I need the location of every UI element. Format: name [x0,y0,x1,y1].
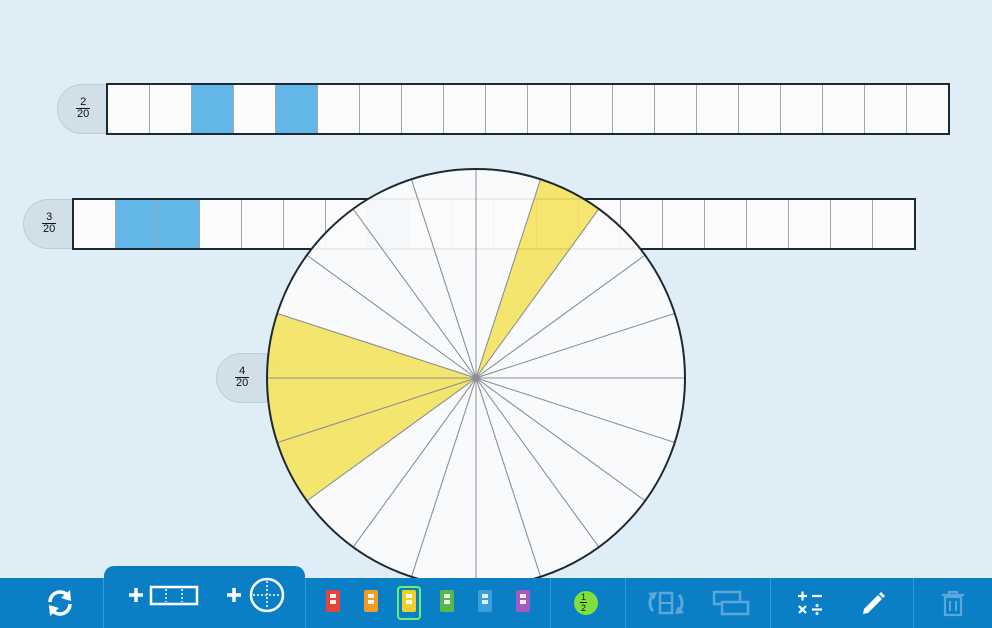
bar-2-cell[interactable] [115,200,158,248]
add-circle-icon [227,577,285,613]
bar-1-cell[interactable] [401,85,443,133]
bar-1-fraction: 2 20 [76,96,91,120]
bar-1-cell[interactable] [905,85,948,133]
add-bar-button[interactable] [124,579,200,611]
badge-fraction: 1 2 [580,592,588,613]
bar-1-cell[interactable] [233,85,275,133]
color-swatch-icon [402,590,416,612]
bar-1-cell[interactable] [653,85,696,133]
swatch-mark [330,594,336,598]
fraction-bar-1[interactable] [106,83,950,135]
circle-fraction: 4 20 [235,365,250,389]
bar-1-cell[interactable] [485,85,527,133]
bar-1-cell[interactable] [317,85,359,133]
badge-denominator: 2 [580,602,588,613]
bar-1-cell[interactable] [779,85,822,133]
fraction-badge: 1 2 [574,591,598,615]
circle-denominator: 20 [235,377,250,389]
swatch-mark [406,594,412,598]
color-swatch-icon [364,590,378,612]
bar-1-denominator: 20 [76,108,91,120]
compare-icon [712,590,750,616]
swatch-mark [482,594,488,598]
circle-numerator: 4 [239,365,246,377]
bar-2-numerator: 3 [46,211,53,223]
swatch-mark [406,600,412,604]
flip-icon [648,591,684,615]
bar-2-cell[interactable] [199,200,241,248]
bar-2-cell[interactable] [829,200,872,248]
bar-1-cell[interactable] [191,85,234,133]
color-swatch-icon [440,590,454,612]
bar-2-denominator: 20 [42,223,57,235]
bar-1-cell[interactable] [275,85,318,133]
flip-button[interactable] [645,589,687,617]
show-fraction-button[interactable]: 1 2 [574,591,598,615]
operations-button[interactable] [795,588,825,618]
bar-2-cell[interactable] [74,200,115,248]
bar-1-cell[interactable] [611,85,654,133]
bar-1-cell[interactable] [569,85,612,133]
bar-1-cell[interactable] [737,85,780,133]
color-yellow-button[interactable] [402,590,416,612]
bar-2-cell[interactable] [703,200,746,248]
reset-button[interactable] [44,587,76,619]
separator [770,578,771,628]
bar-1-numerator: 2 [80,96,87,108]
bar-1-cell[interactable] [108,85,149,133]
pencil-icon [863,592,885,614]
fraction-circle[interactable] [264,166,688,590]
swatch-mark [368,600,374,604]
swatch-mark [444,600,450,604]
bar-1-cell[interactable] [149,85,191,133]
color-swatch-icon [478,590,492,612]
refresh-icon [48,590,72,616]
swatch-mark [482,600,488,604]
trash-button[interactable] [940,589,966,617]
bar-2-cell[interactable] [157,200,200,248]
bar-1-cell[interactable] [443,85,485,133]
badge-numerator: 1 [581,592,587,602]
bar-2-cell[interactable] [745,200,788,248]
separator [625,578,626,628]
color-green-button[interactable] [440,590,454,612]
bar-1-cell[interactable] [863,85,906,133]
swatch-mark [520,594,526,598]
workspace[interactable]: 2 20 3 20 4 20 [0,0,992,588]
color-purple-button[interactable] [516,590,530,612]
toolbar: 1 2 [0,566,992,628]
swatch-mark [368,594,374,598]
color-swatch-icon [326,590,340,612]
bar-2-cell[interactable] [871,200,914,248]
color-orange-button[interactable] [364,590,378,612]
color-red-button[interactable] [326,590,340,612]
color-swatch-icon [516,590,530,612]
bar-2-cell[interactable] [787,200,830,248]
separator [913,578,914,628]
bar-1-cell[interactable] [695,85,738,133]
separator [103,578,104,628]
bar-1-cell[interactable] [821,85,864,133]
trash-icon [942,590,964,617]
bar-2-fraction: 3 20 [42,211,57,235]
color-blue-button[interactable] [478,590,492,612]
add-bar-icon [129,585,199,606]
compare-button[interactable] [712,589,750,617]
separator [550,578,551,628]
operations-icon [798,591,822,615]
swatch-mark [520,600,526,604]
bar-1-cell[interactable] [359,85,401,133]
add-circle-button[interactable] [222,576,288,614]
swatch-mark [330,600,336,604]
swatch-mark [444,594,450,598]
bar-1-cell[interactable] [527,85,569,133]
separator [305,578,306,628]
pencil-button[interactable] [859,589,887,617]
